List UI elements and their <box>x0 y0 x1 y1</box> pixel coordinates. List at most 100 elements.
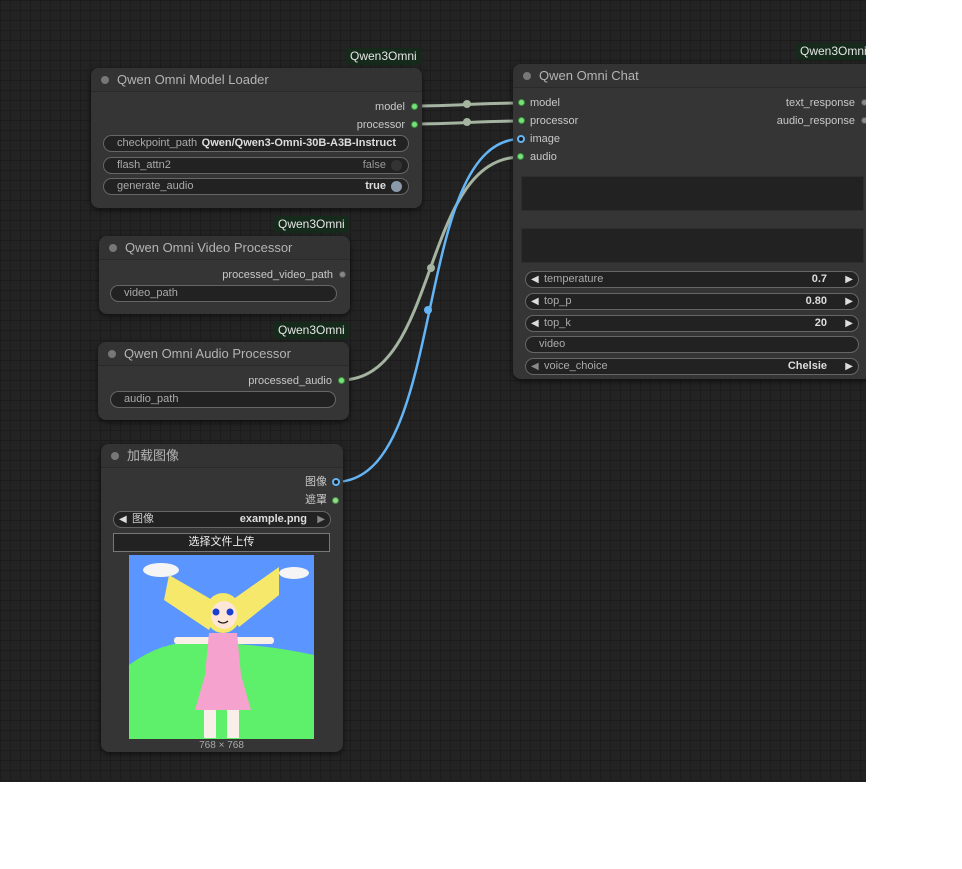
generate-audio-toggle[interactable]: generate_audio true <box>103 178 409 195</box>
temperature-label: temperature <box>544 273 604 285</box>
collapse-dot-icon[interactable] <box>109 244 117 252</box>
collapse-dot-icon[interactable] <box>101 76 109 84</box>
chat-node[interactable]: Qwen Omni Chat model processor image aud… <box>513 64 866 379</box>
generate-audio-value: true <box>365 180 386 192</box>
audio-path-label: audio_path <box>124 393 179 405</box>
top-k-widget[interactable]: ◀ top_k 20 ▶ <box>525 315 859 332</box>
arrow-right-icon[interactable]: ▶ <box>845 294 853 309</box>
link-audio-midpoint[interactable] <box>427 264 435 272</box>
top-p-label: top_p <box>544 295 572 307</box>
input-label-image: image <box>530 133 560 145</box>
model-loader-node[interactable]: Qwen Omni Model Loader model processor c… <box>91 68 422 208</box>
output-slot-processed-video-path[interactable] <box>339 271 346 278</box>
input-label-audio: audio <box>530 151 557 163</box>
collapse-dot-icon[interactable] <box>523 72 531 80</box>
video-input-label: video <box>539 338 566 350</box>
chat-title: Qwen Omni Chat <box>539 68 639 83</box>
model-loader-badge: Qwen3Omni <box>346 48 421 65</box>
output-slot-mask[interactable] <box>332 497 339 504</box>
checkpoint-path-value: Qwen/Qwen3-Omni-30B-A3B-Instruct <box>201 137 396 149</box>
audio-processor-title: Qwen Omni Audio Processor <box>124 346 291 361</box>
load-image-title: 加载图像 <box>127 448 180 463</box>
audio-path-widget[interactable]: audio_path <box>110 391 336 408</box>
output-label-processed-audio: processed_audio <box>248 375 332 387</box>
chat-title-bar[interactable]: Qwen Omni Chat <box>513 64 866 88</box>
voice-choice-combo[interactable]: ◀ voice_choice Chelsie ▶ <box>525 358 859 375</box>
arrow-left-icon[interactable]: ◀ <box>531 359 539 374</box>
flash-attn2-value: false <box>362 159 386 171</box>
generate-audio-label: generate_audio <box>117 180 194 192</box>
image-select-value: example.png <box>239 513 307 525</box>
image-select-label: 图像 <box>132 513 154 525</box>
top-p-value: 0.80 <box>805 295 827 307</box>
link-model-midpoint[interactable] <box>463 100 471 108</box>
output-slot-image[interactable] <box>332 478 340 486</box>
load-image-title-bar[interactable]: 加载图像 <box>101 444 343 468</box>
collapse-dot-icon[interactable] <box>108 350 116 358</box>
link-image-midpoint[interactable] <box>424 306 432 314</box>
voice-choice-label: voice_choice <box>544 360 608 372</box>
temperature-widget[interactable]: ◀ temperature 0.7 ▶ <box>525 271 859 288</box>
video-path-label: video_path <box>124 287 178 299</box>
arrow-left-icon[interactable]: ◀ <box>531 316 539 331</box>
input-slot-processor[interactable] <box>518 117 525 124</box>
load-image-node[interactable]: 加载图像 图像 遮罩 ◀ 图像 example.png ▶ 选择文件上传 768… <box>101 444 343 752</box>
output-label-model: model <box>375 101 405 113</box>
video-processor-title-bar[interactable]: Qwen Omni Video Processor <box>99 236 350 260</box>
top-p-widget[interactable]: ◀ top_p 0.80 ▶ <box>525 293 859 310</box>
top-k-label: top_k <box>544 317 571 329</box>
output-label-processor: processor <box>356 119 405 131</box>
checkpoint-path-label: checkpoint_path <box>117 137 198 149</box>
arrow-left-icon[interactable]: ◀ <box>531 272 539 287</box>
video-processor-title: Qwen Omni Video Processor <box>125 240 293 255</box>
input-label-processor: processor <box>530 115 579 127</box>
node-graph-canvas[interactable]: Qwen3Omni Qwen Omni Model Loader model p… <box>0 0 866 782</box>
voice-choice-value: Chelsie <box>787 360 827 372</box>
link-processor-midpoint[interactable] <box>463 118 471 126</box>
arrow-right-icon[interactable]: ▶ <box>845 316 853 331</box>
model-loader-title: Qwen Omni Model Loader <box>117 72 269 87</box>
video-path-widget[interactable]: video_path <box>110 285 337 302</box>
output-label-mask: 遮罩 <box>305 494 327 506</box>
prompt-textarea[interactable] <box>521 176 864 211</box>
video-processor-node[interactable]: Qwen Omni Video Processor processed_vide… <box>99 236 350 314</box>
output-label-image: 图像 <box>305 476 327 488</box>
temperature-value: 0.7 <box>811 273 827 285</box>
output-slot-processor[interactable] <box>411 121 418 128</box>
model-loader-title-bar[interactable]: Qwen Omni Model Loader <box>91 68 422 92</box>
checkpoint-path-widget[interactable]: checkpoint_path Qwen/Qwen3-Omni-30B-A3B-… <box>103 135 409 152</box>
upload-button[interactable]: 选择文件上传 <box>113 533 330 552</box>
chat-badge: Qwen3Omni <box>796 43 866 60</box>
input-slot-audio[interactable] <box>517 153 524 160</box>
toggle-on-icon <box>391 181 402 192</box>
output-label-text-response: text_response <box>785 97 855 109</box>
arrow-right-icon[interactable]: ▶ <box>845 272 853 287</box>
toggle-off-icon <box>391 160 402 171</box>
arrow-left-icon[interactable]: ◀ <box>531 294 539 309</box>
output-label-audio-response: audio_response <box>776 115 855 127</box>
audio-processor-node[interactable]: Qwen Omni Audio Processor processed_audi… <box>98 342 349 420</box>
flash-attn2-toggle[interactable]: flash_attn2 false <box>103 157 409 174</box>
input-slot-image[interactable] <box>517 135 525 143</box>
output-label-processed-video-path: processed_video_path <box>222 269 333 281</box>
image-preview <box>129 555 314 739</box>
image-size-caption: 768 × 768 <box>199 740 244 751</box>
cartoon-girl-drawing-icon <box>129 555 314 739</box>
video-processor-badge: Qwen3Omni <box>274 216 349 233</box>
output-slot-text-response[interactable] <box>861 99 866 106</box>
output-slot-model[interactable] <box>411 103 418 110</box>
output-slot-processed-audio[interactable] <box>338 377 345 384</box>
audio-processor-badge: Qwen3Omni <box>274 322 349 339</box>
arrow-right-icon[interactable]: ▶ <box>845 359 853 374</box>
video-input-widget[interactable]: video <box>525 336 859 353</box>
audio-processor-title-bar[interactable]: Qwen Omni Audio Processor <box>98 342 349 366</box>
output-slot-audio-response[interactable] <box>861 117 866 124</box>
flash-attn2-label: flash_attn2 <box>117 159 171 171</box>
input-slot-model[interactable] <box>518 99 525 106</box>
collapse-dot-icon[interactable] <box>111 452 119 460</box>
image-select-combo[interactable]: ◀ 图像 example.png ▶ <box>113 511 331 528</box>
arrow-right-icon[interactable]: ▶ <box>317 512 325 527</box>
system-prompt-textarea[interactable] <box>521 228 864 263</box>
arrow-left-icon[interactable]: ◀ <box>119 512 127 527</box>
top-k-value: 20 <box>814 317 827 329</box>
